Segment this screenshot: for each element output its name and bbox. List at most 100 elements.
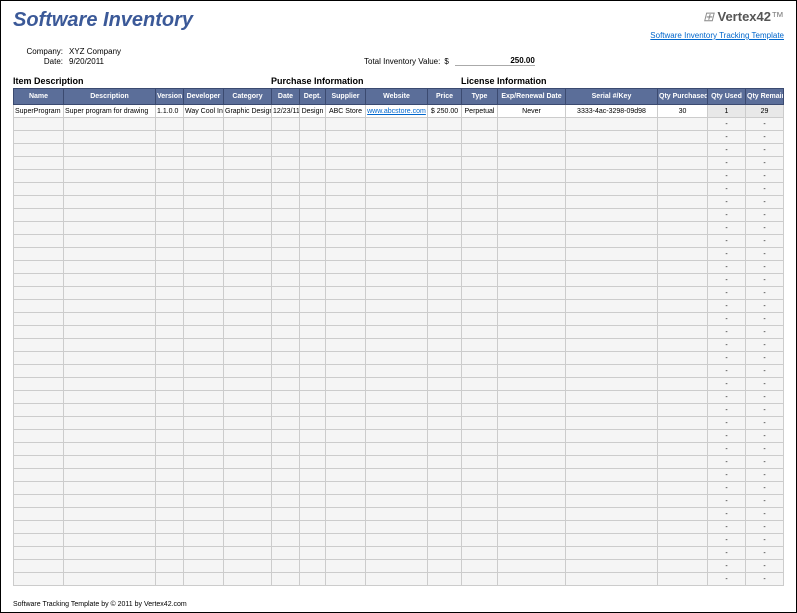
cell: - bbox=[746, 209, 784, 222]
cell bbox=[156, 235, 184, 248]
cell: - bbox=[746, 365, 784, 378]
cell bbox=[498, 339, 566, 352]
cell bbox=[326, 118, 366, 131]
cell bbox=[658, 404, 708, 417]
cell bbox=[428, 274, 462, 287]
cell bbox=[14, 326, 64, 339]
cell bbox=[366, 209, 428, 222]
cell bbox=[428, 456, 462, 469]
cell bbox=[658, 378, 708, 391]
cell bbox=[428, 326, 462, 339]
cell bbox=[184, 508, 224, 521]
cell bbox=[224, 235, 272, 248]
cell bbox=[498, 274, 566, 287]
cell bbox=[64, 378, 156, 391]
cell: 29 bbox=[746, 105, 784, 118]
cell bbox=[462, 339, 498, 352]
cell bbox=[462, 469, 498, 482]
cell bbox=[64, 456, 156, 469]
website-link[interactable]: www.abcstore.com bbox=[367, 108, 426, 115]
cell: - bbox=[708, 326, 746, 339]
template-link[interactable]: Software Inventory Tracking Template bbox=[650, 31, 784, 40]
cell bbox=[428, 495, 462, 508]
cell bbox=[64, 469, 156, 482]
table-row: -- bbox=[14, 118, 784, 131]
cell bbox=[64, 495, 156, 508]
cell: - bbox=[746, 469, 784, 482]
cell bbox=[326, 131, 366, 144]
cell bbox=[462, 287, 498, 300]
cell bbox=[184, 534, 224, 547]
cell bbox=[326, 378, 366, 391]
cell bbox=[64, 482, 156, 495]
cell bbox=[326, 443, 366, 456]
cell bbox=[272, 287, 300, 300]
col-header: Version bbox=[156, 89, 184, 105]
cell bbox=[366, 170, 428, 183]
col-header: Price bbox=[428, 89, 462, 105]
cell: - bbox=[708, 456, 746, 469]
cell bbox=[326, 183, 366, 196]
cell bbox=[462, 456, 498, 469]
cell: - bbox=[708, 157, 746, 170]
cell bbox=[64, 534, 156, 547]
cell bbox=[272, 196, 300, 209]
cell bbox=[462, 534, 498, 547]
cell bbox=[272, 534, 300, 547]
company-label: Company: bbox=[13, 47, 63, 56]
cell: - bbox=[708, 196, 746, 209]
cell bbox=[428, 404, 462, 417]
cell: - bbox=[746, 274, 784, 287]
cell bbox=[14, 378, 64, 391]
cell bbox=[14, 183, 64, 196]
cell bbox=[566, 170, 658, 183]
cell bbox=[566, 443, 658, 456]
cell bbox=[272, 404, 300, 417]
page-title: Software Inventory bbox=[13, 9, 193, 32]
cell bbox=[224, 326, 272, 339]
cell bbox=[64, 300, 156, 313]
cell bbox=[64, 261, 156, 274]
cell bbox=[566, 118, 658, 131]
cell bbox=[272, 300, 300, 313]
cell bbox=[64, 209, 156, 222]
cell bbox=[156, 183, 184, 196]
cell bbox=[224, 443, 272, 456]
cell bbox=[658, 456, 708, 469]
cell bbox=[566, 430, 658, 443]
cell bbox=[428, 248, 462, 261]
cell: - bbox=[708, 300, 746, 313]
table-row: -- bbox=[14, 222, 784, 235]
cell bbox=[498, 118, 566, 131]
cell bbox=[428, 118, 462, 131]
cell bbox=[498, 365, 566, 378]
cell: - bbox=[708, 365, 746, 378]
cell bbox=[272, 313, 300, 326]
cell bbox=[566, 521, 658, 534]
cell: - bbox=[708, 404, 746, 417]
cell bbox=[366, 560, 428, 573]
cell bbox=[156, 326, 184, 339]
cell bbox=[300, 430, 326, 443]
cell bbox=[326, 300, 366, 313]
cell: - bbox=[708, 313, 746, 326]
cell bbox=[326, 326, 366, 339]
cell: - bbox=[746, 183, 784, 196]
cell: - bbox=[708, 170, 746, 183]
cell bbox=[14, 248, 64, 261]
cell bbox=[184, 469, 224, 482]
cell bbox=[64, 274, 156, 287]
cell bbox=[184, 482, 224, 495]
cell bbox=[156, 430, 184, 443]
table-row: -- bbox=[14, 365, 784, 378]
table-row: -- bbox=[14, 157, 784, 170]
cell bbox=[14, 131, 64, 144]
cell bbox=[326, 404, 366, 417]
cell bbox=[658, 248, 708, 261]
cell bbox=[428, 391, 462, 404]
cell bbox=[184, 352, 224, 365]
cell bbox=[14, 209, 64, 222]
cell bbox=[566, 326, 658, 339]
footer-text: Software Tracking Template by © 2011 by … bbox=[13, 601, 187, 608]
cell bbox=[366, 326, 428, 339]
